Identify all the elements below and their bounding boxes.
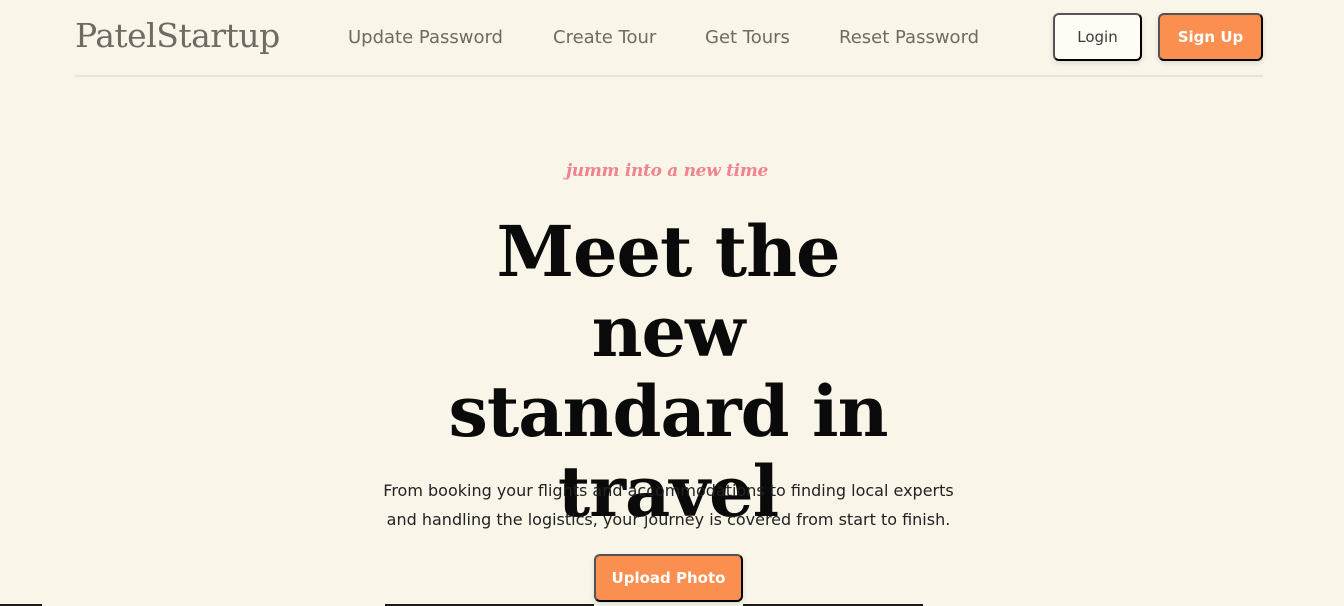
login-button[interactable]: Login	[1053, 13, 1142, 61]
nav-link-create-tour[interactable]: Create Tour	[553, 27, 656, 48]
hero-subtext: From booking your flights and accommodat…	[383, 481, 954, 529]
nav-link-reset-password[interactable]: Reset Password	[839, 27, 979, 48]
brand-logo[interactable]: PatelStartup	[75, 16, 280, 55]
signup-button[interactable]: Sign Up	[1158, 13, 1263, 61]
navbar: PatelStartup Update Password Create Tour…	[75, 0, 1263, 77]
nav-link-get-tours[interactable]: Get Tours	[705, 27, 790, 48]
hero-tagline: jumm into a new time	[565, 161, 769, 181]
upload-photo-button[interactable]: Upload Photo	[594, 554, 743, 602]
page: PatelStartup Update Password Create Tour…	[0, 0, 1344, 606]
nav-link-update-password[interactable]: Update Password	[348, 27, 503, 48]
